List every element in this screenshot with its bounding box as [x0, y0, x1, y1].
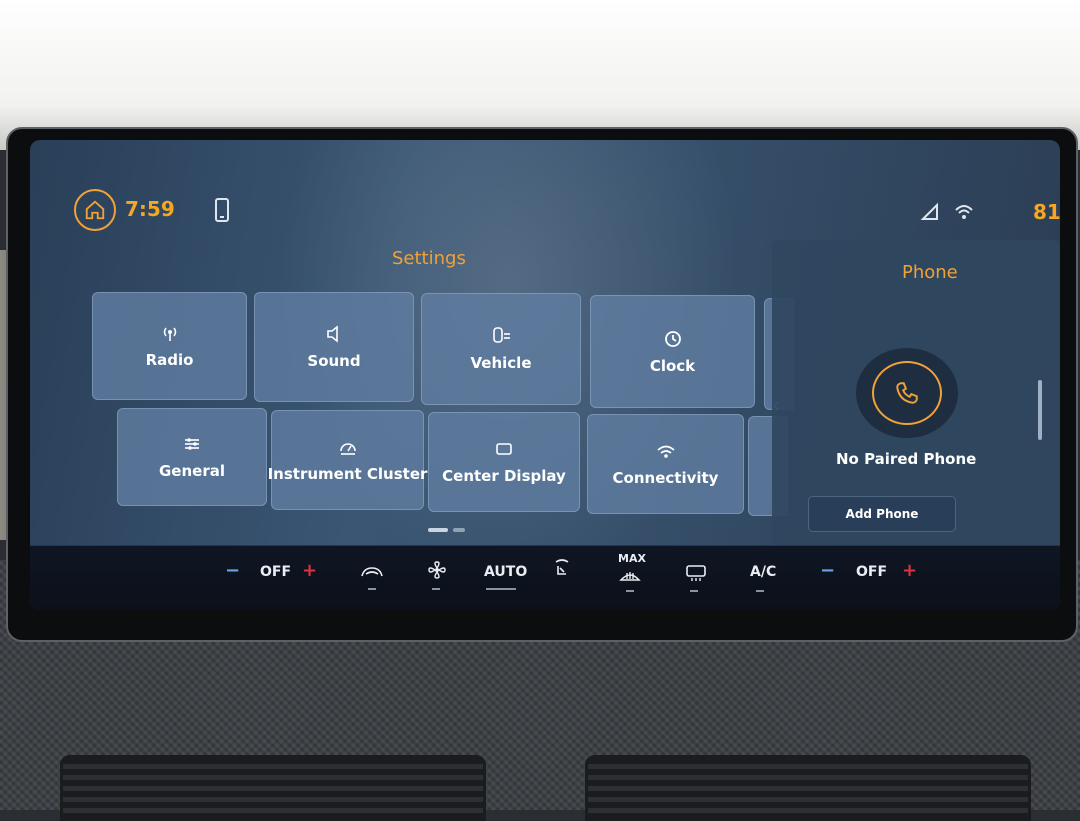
indicator-line [626, 590, 634, 592]
page-indicator [428, 528, 465, 532]
page-dot-active [428, 528, 448, 532]
home-icon [85, 200, 105, 220]
no-paired-phone-text: No Paired Phone [836, 450, 977, 468]
tile-label: Vehicle [470, 354, 532, 372]
passenger-temp-up-button[interactable]: + [902, 560, 917, 581]
rear-defrost-icon [686, 565, 706, 581]
tile-sound[interactable]: Sound [254, 292, 414, 402]
recirculation-icon [361, 567, 383, 577]
seat-airflow-icon [555, 559, 569, 575]
auto-button[interactable]: AUTO [484, 564, 527, 580]
tile-label: Sound [307, 352, 361, 370]
tile-label: Instrument Cluster [267, 465, 428, 483]
climate-bar: − OFF + AUTO MAX A/C − OFF + [30, 545, 1060, 610]
panel-scrollbar[interactable] [1038, 380, 1042, 440]
air-vent-right [585, 755, 1031, 821]
tile-label: General [159, 462, 225, 480]
fan-speed-button[interactable] [425, 560, 449, 584]
phone-status-icon[interactable] [212, 197, 232, 223]
tile-instrument-cluster[interactable]: Instrument Cluster [268, 410, 427, 510]
driver-temp-up-button[interactable]: + [302, 560, 317, 581]
driver-temp-down-button[interactable]: − [225, 560, 240, 581]
gauge-icon [339, 443, 356, 455]
air-vent-left [60, 755, 486, 821]
home-button[interactable] [74, 189, 116, 231]
tile-label: Connectivity [612, 469, 719, 487]
max-defrost-label: MAX [618, 552, 646, 565]
status-icons [920, 202, 974, 222]
max-defrost-button[interactable] [618, 566, 642, 590]
tile-radio[interactable]: Radio [92, 292, 247, 400]
settings-title: Settings [392, 248, 466, 269]
tile-clock[interactable]: Clock [590, 295, 755, 408]
indicator-line [690, 590, 698, 592]
infotainment-screen: 7:59 81° Settings Radio Sound [30, 140, 1060, 610]
sliders-icon [185, 438, 199, 450]
driver-temp-value: OFF [260, 564, 292, 580]
indicator-line [756, 590, 764, 592]
clock-time: 7:59 [125, 197, 175, 221]
page-dot [453, 528, 465, 532]
tile-general[interactable]: General [117, 408, 267, 506]
phone-handset-icon [896, 382, 918, 404]
tile-vehicle[interactable]: Vehicle [421, 293, 581, 405]
speaker-icon [327, 325, 338, 343]
outside-temperature: 81° [1033, 200, 1060, 224]
rear-defrost-button[interactable] [684, 562, 708, 586]
passenger-temp-value: OFF [856, 564, 888, 580]
radio-icon [163, 327, 176, 341]
display-icon [496, 443, 512, 455]
wifi-icon [656, 445, 675, 458]
recirculation-button[interactable] [360, 562, 384, 586]
ac-button[interactable]: A/C [750, 564, 776, 580]
fan-icon [428, 561, 446, 579]
air-direction-button[interactable] [550, 558, 574, 582]
indicator-line [432, 588, 440, 590]
phone-call-button[interactable] [856, 348, 958, 438]
vehicle-icon [493, 327, 510, 343]
add-phone-button[interactable]: Add Phone [808, 496, 956, 532]
phone-ring-inner [872, 361, 942, 425]
indicator-line [368, 588, 376, 590]
front-defrost-icon [619, 572, 641, 581]
passenger-temp-down-button[interactable]: − [820, 560, 835, 581]
indicator-line [486, 588, 516, 590]
tile-label: Clock [649, 356, 696, 375]
tile-center-display[interactable]: Center Display [428, 412, 580, 512]
signal-icon [920, 202, 938, 220]
wifi-status-icon [955, 205, 973, 219]
tile-connectivity[interactable]: Connectivity [587, 414, 744, 514]
tile-label: Radio [145, 351, 194, 369]
tile-label: Center Display [442, 467, 566, 485]
phone-title: Phone [902, 262, 958, 283]
clock-icon [664, 330, 681, 347]
